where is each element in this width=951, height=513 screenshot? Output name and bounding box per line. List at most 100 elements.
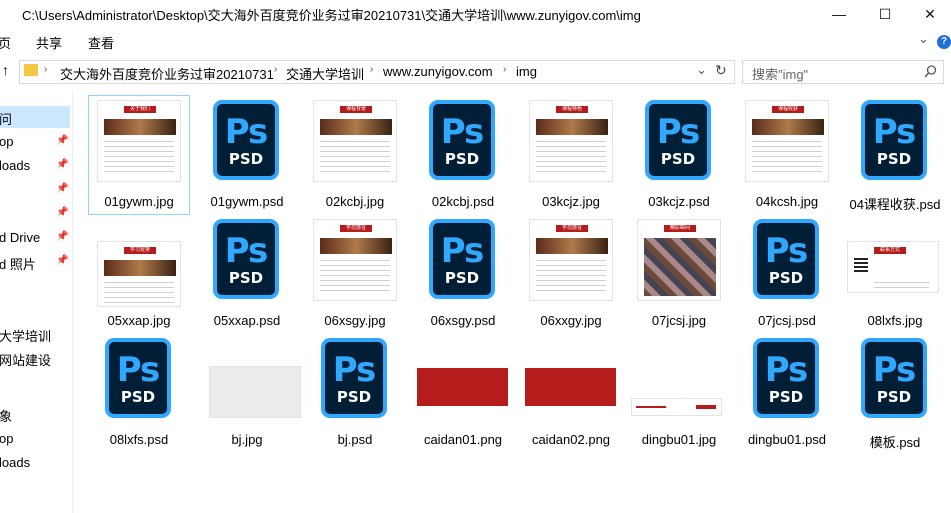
nav-item-desktop-2[interactable]: op (0, 428, 70, 450)
breadcrumb-item[interactable]: www.zunyigov.com (383, 64, 493, 79)
file-name: 04kcsh.jpg (755, 194, 819, 209)
file-item[interactable]: caidan01.png (413, 334, 513, 452)
breadcrumb-separator: › (503, 64, 507, 75)
file-name: caidan02.png (531, 432, 611, 447)
file-name: 05xxap.jpg (107, 313, 171, 328)
file-name: dingbu01.psd (747, 432, 827, 447)
file-item[interactable]: Ps PSD dingbu01.psd (737, 334, 837, 452)
file-item[interactable]: 联系方式 08lxfs.jpg (845, 215, 945, 333)
file-item[interactable]: 课程收获 04kcsh.jpg (737, 96, 837, 214)
file-name: dingbu01.jpg (641, 432, 717, 447)
psd-label-text: PSD (768, 388, 804, 406)
nav-item-training-folder[interactable]: 大学培训 (0, 323, 70, 345)
image-thumbnail (631, 398, 722, 416)
nav-item-label: d Drive (0, 230, 41, 245)
nav-item-desktop[interactable]: op 📌 (0, 131, 70, 153)
ribbon: 页 共享 查看 ⌄ ? (0, 28, 951, 54)
file-item[interactable]: 关于我们 01gywm.jpg (88, 95, 190, 215)
folder-icon (24, 64, 38, 76)
up-arrow-icon[interactable]: ↑ (2, 62, 9, 78)
psd-label-text: PSD (336, 388, 372, 406)
file-item[interactable]: Ps PSD 01gywm.psd (197, 96, 297, 214)
file-item[interactable]: Ps PSD 04课程收获.psd (845, 96, 945, 214)
nav-item-label: 大学培训 (0, 329, 52, 344)
thumbnail-heading: 关于我们 (129, 106, 150, 112)
file-item[interactable]: 精彩瞬间 07jcsj.jpg (629, 215, 729, 333)
nav-item-label: 象 (0, 409, 13, 424)
file-item[interactable]: 学员感言 06xsgy.jpg (305, 215, 405, 333)
photoshop-file-icon: Ps PSD (753, 338, 819, 418)
breadcrumb-item[interactable]: 交通大学培训 (286, 64, 364, 83)
nav-item-downloads-2[interactable]: loads (0, 452, 70, 474)
ps-logo-text: Ps (116, 350, 161, 390)
refresh-icon[interactable]: ↻ (715, 62, 727, 79)
window-title: C:\Users\Administrator\Desktop\交大海外百度竞价业… (22, 8, 641, 23)
image-thumbnail (417, 368, 508, 406)
thumbnail-heading: 学习安排 (129, 247, 150, 253)
photoshop-file-icon: Ps PSD (753, 219, 819, 299)
file-name: 08lxfs.jpg (867, 313, 923, 328)
file-item[interactable]: dingbu01.jpg (629, 334, 729, 452)
file-item[interactable]: Ps PSD 03kcjz.psd (629, 96, 729, 214)
nav-item-objects[interactable]: 象 (0, 403, 70, 425)
file-item[interactable]: 课程背景 02kcbj.jpg (305, 96, 405, 214)
nav-item-pictures[interactable]: 📌 (0, 203, 70, 225)
search-input[interactable]: 搜索"img" (752, 64, 808, 83)
breadcrumb-item[interactable]: 交大海外百度竞价业务过审20210731 (60, 64, 274, 83)
search-box[interactable]: 搜索"img" (742, 60, 944, 84)
ps-logo-text: Ps (440, 112, 485, 152)
file-item[interactable]: Ps PSD 06xsgy.psd (413, 215, 513, 333)
psd-label-text: PSD (876, 388, 912, 406)
nav-item-label: op (0, 134, 14, 149)
ribbon-expand-icon[interactable]: ⌄ (918, 31, 929, 47)
nav-item-quick-access[interactable]: 问 (0, 106, 70, 128)
file-item[interactable]: Ps PSD bj.psd (305, 334, 405, 452)
tab-file[interactable]: 页 (0, 33, 11, 52)
nav-item-downloads[interactable]: loads 📌 (0, 155, 70, 177)
help-icon[interactable]: ? (937, 35, 951, 49)
ps-logo-text: Ps (332, 350, 377, 390)
file-item[interactable]: Ps PSD 07jcsj.psd (737, 215, 837, 333)
psd-label-text: PSD (444, 269, 480, 287)
file-item[interactable]: Ps PSD 05xxap.psd (197, 215, 297, 333)
file-item[interactable]: Ps PSD 08lxfs.psd (89, 334, 189, 452)
address-dropdown-icon[interactable]: ⌄ (696, 62, 707, 78)
file-item[interactable]: 课程特色 03kcjz.jpg (521, 96, 621, 214)
file-item[interactable]: 学员感言 06xxgy.jpg (521, 215, 621, 333)
file-item[interactable]: 学习安排 05xxap.jpg (89, 215, 189, 333)
breadcrumb-item[interactable]: img (516, 64, 537, 79)
nav-item-photos[interactable]: d 照片 📌 (0, 251, 70, 273)
file-item[interactable]: caidan02.png (521, 334, 621, 452)
file-item[interactable]: Ps PSD 02kcbj.psd (413, 96, 513, 214)
nav-item-label: 问 (0, 112, 13, 127)
psd-label-text: PSD (768, 269, 804, 287)
file-name: 03kcjz.jpg (542, 194, 600, 209)
tab-share[interactable]: 共享 (36, 33, 62, 52)
nav-item-documents[interactable]: 📌 (0, 179, 70, 201)
tab-view[interactable]: 查看 (88, 33, 114, 52)
file-name: 06xsgy.jpg (324, 313, 386, 328)
close-button[interactable]: ✕ (907, 0, 951, 28)
image-thumbnail: 学员感言 (529, 219, 613, 301)
nav-item-website-folder[interactable]: 网站建设 (0, 347, 70, 369)
nav-item-label: loads (0, 158, 31, 173)
title-bar: C:\Users\Administrator\Desktop\交大海外百度竞价业… (0, 0, 951, 28)
nav-item-drive[interactable]: d Drive 📌 (0, 227, 70, 249)
minimize-button[interactable]: — (816, 0, 862, 28)
image-thumbnail: 联系方式 (847, 241, 939, 293)
file-item[interactable]: Ps PSD 模板.psd (845, 334, 945, 452)
maximize-button[interactable]: ☐ (862, 0, 908, 28)
address-bar[interactable]: › 交大海外百度竞价业务过审20210731 › 交通大学培训 › www.zu… (19, 60, 735, 84)
address-row: ↑ › 交大海外百度竞价业务过审20210731 › 交通大学培训 › www.… (0, 58, 951, 86)
thumbnail-heading: 联系方式 (879, 247, 900, 253)
file-item[interactable]: bj.jpg (197, 334, 301, 452)
ps-logo-text: Ps (872, 112, 917, 152)
search-icon[interactable] (924, 65, 937, 78)
file-name: 模板.psd (869, 435, 921, 450)
thumbnail-heading: 课程收获 (777, 106, 798, 112)
image-thumbnail: 课程特色 (529, 100, 613, 182)
ps-logo-text: Ps (872, 350, 917, 390)
psd-label-text: PSD (876, 150, 912, 168)
psd-label-text: PSD (228, 269, 264, 287)
ps-logo-text: Ps (440, 231, 485, 271)
